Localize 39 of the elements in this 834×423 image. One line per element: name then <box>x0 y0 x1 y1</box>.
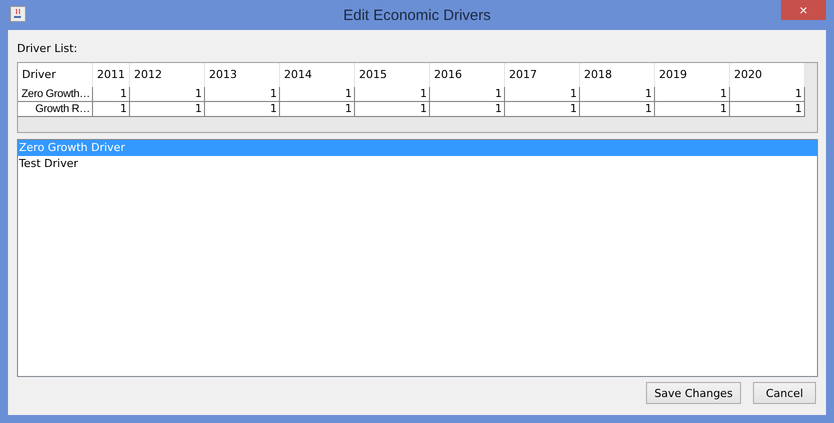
table-cell: 1 <box>355 87 430 102</box>
table-cell: 1 <box>655 87 730 102</box>
table-cell: Growth R… <box>18 102 93 117</box>
column-header[interactable]: 2011 <box>93 63 130 87</box>
table-cell: 1 <box>580 87 655 102</box>
close-button[interactable]: × <box>781 0 826 20</box>
cancel-button[interactable]: Cancel <box>753 382 816 404</box>
table-cell: 1 <box>730 87 805 102</box>
column-header[interactable]: 2019 <box>655 63 730 87</box>
column-header[interactable]: 2014 <box>280 63 355 87</box>
column-header[interactable]: 2020 <box>730 63 805 87</box>
table-cell: 1 <box>205 102 280 117</box>
column-header[interactable]: 2016 <box>430 63 505 87</box>
table-cell: 1 <box>93 87 130 102</box>
save-button[interactable]: Save Changes <box>646 382 741 404</box>
table-cell: 1 <box>130 87 205 102</box>
table-cell: Zero Growth… <box>18 87 93 102</box>
table-cell: 1 <box>355 102 430 117</box>
column-header[interactable]: Driver <box>18 63 93 87</box>
table-cell: 1 <box>280 87 355 102</box>
table-cell: 1 <box>580 102 655 117</box>
column-header[interactable]: 2012 <box>130 63 205 87</box>
column-header[interactable]: 2018 <box>580 63 655 87</box>
table-cell: 1 <box>205 87 280 102</box>
column-header[interactable]: 2013 <box>205 63 280 87</box>
driver-list-label: Driver List: <box>17 42 78 55</box>
table-cell: 1 <box>505 102 580 117</box>
table-cell: 1 <box>130 102 205 117</box>
window-title: Edit Economic Drivers <box>343 6 491 24</box>
table-cell: 1 <box>430 102 505 117</box>
table-cell: 1 <box>655 102 730 117</box>
column-header[interactable]: 2015 <box>355 63 430 87</box>
table-cell: 1 <box>730 102 805 117</box>
table-cell: 1 <box>93 102 130 117</box>
table-cell: 1 <box>430 87 505 102</box>
table-cell: 1 <box>280 102 355 117</box>
column-header[interactable]: 2017 <box>505 63 580 87</box>
table-cell: 1 <box>505 87 580 102</box>
list-item[interactable]: Test Driver <box>18 156 817 172</box>
